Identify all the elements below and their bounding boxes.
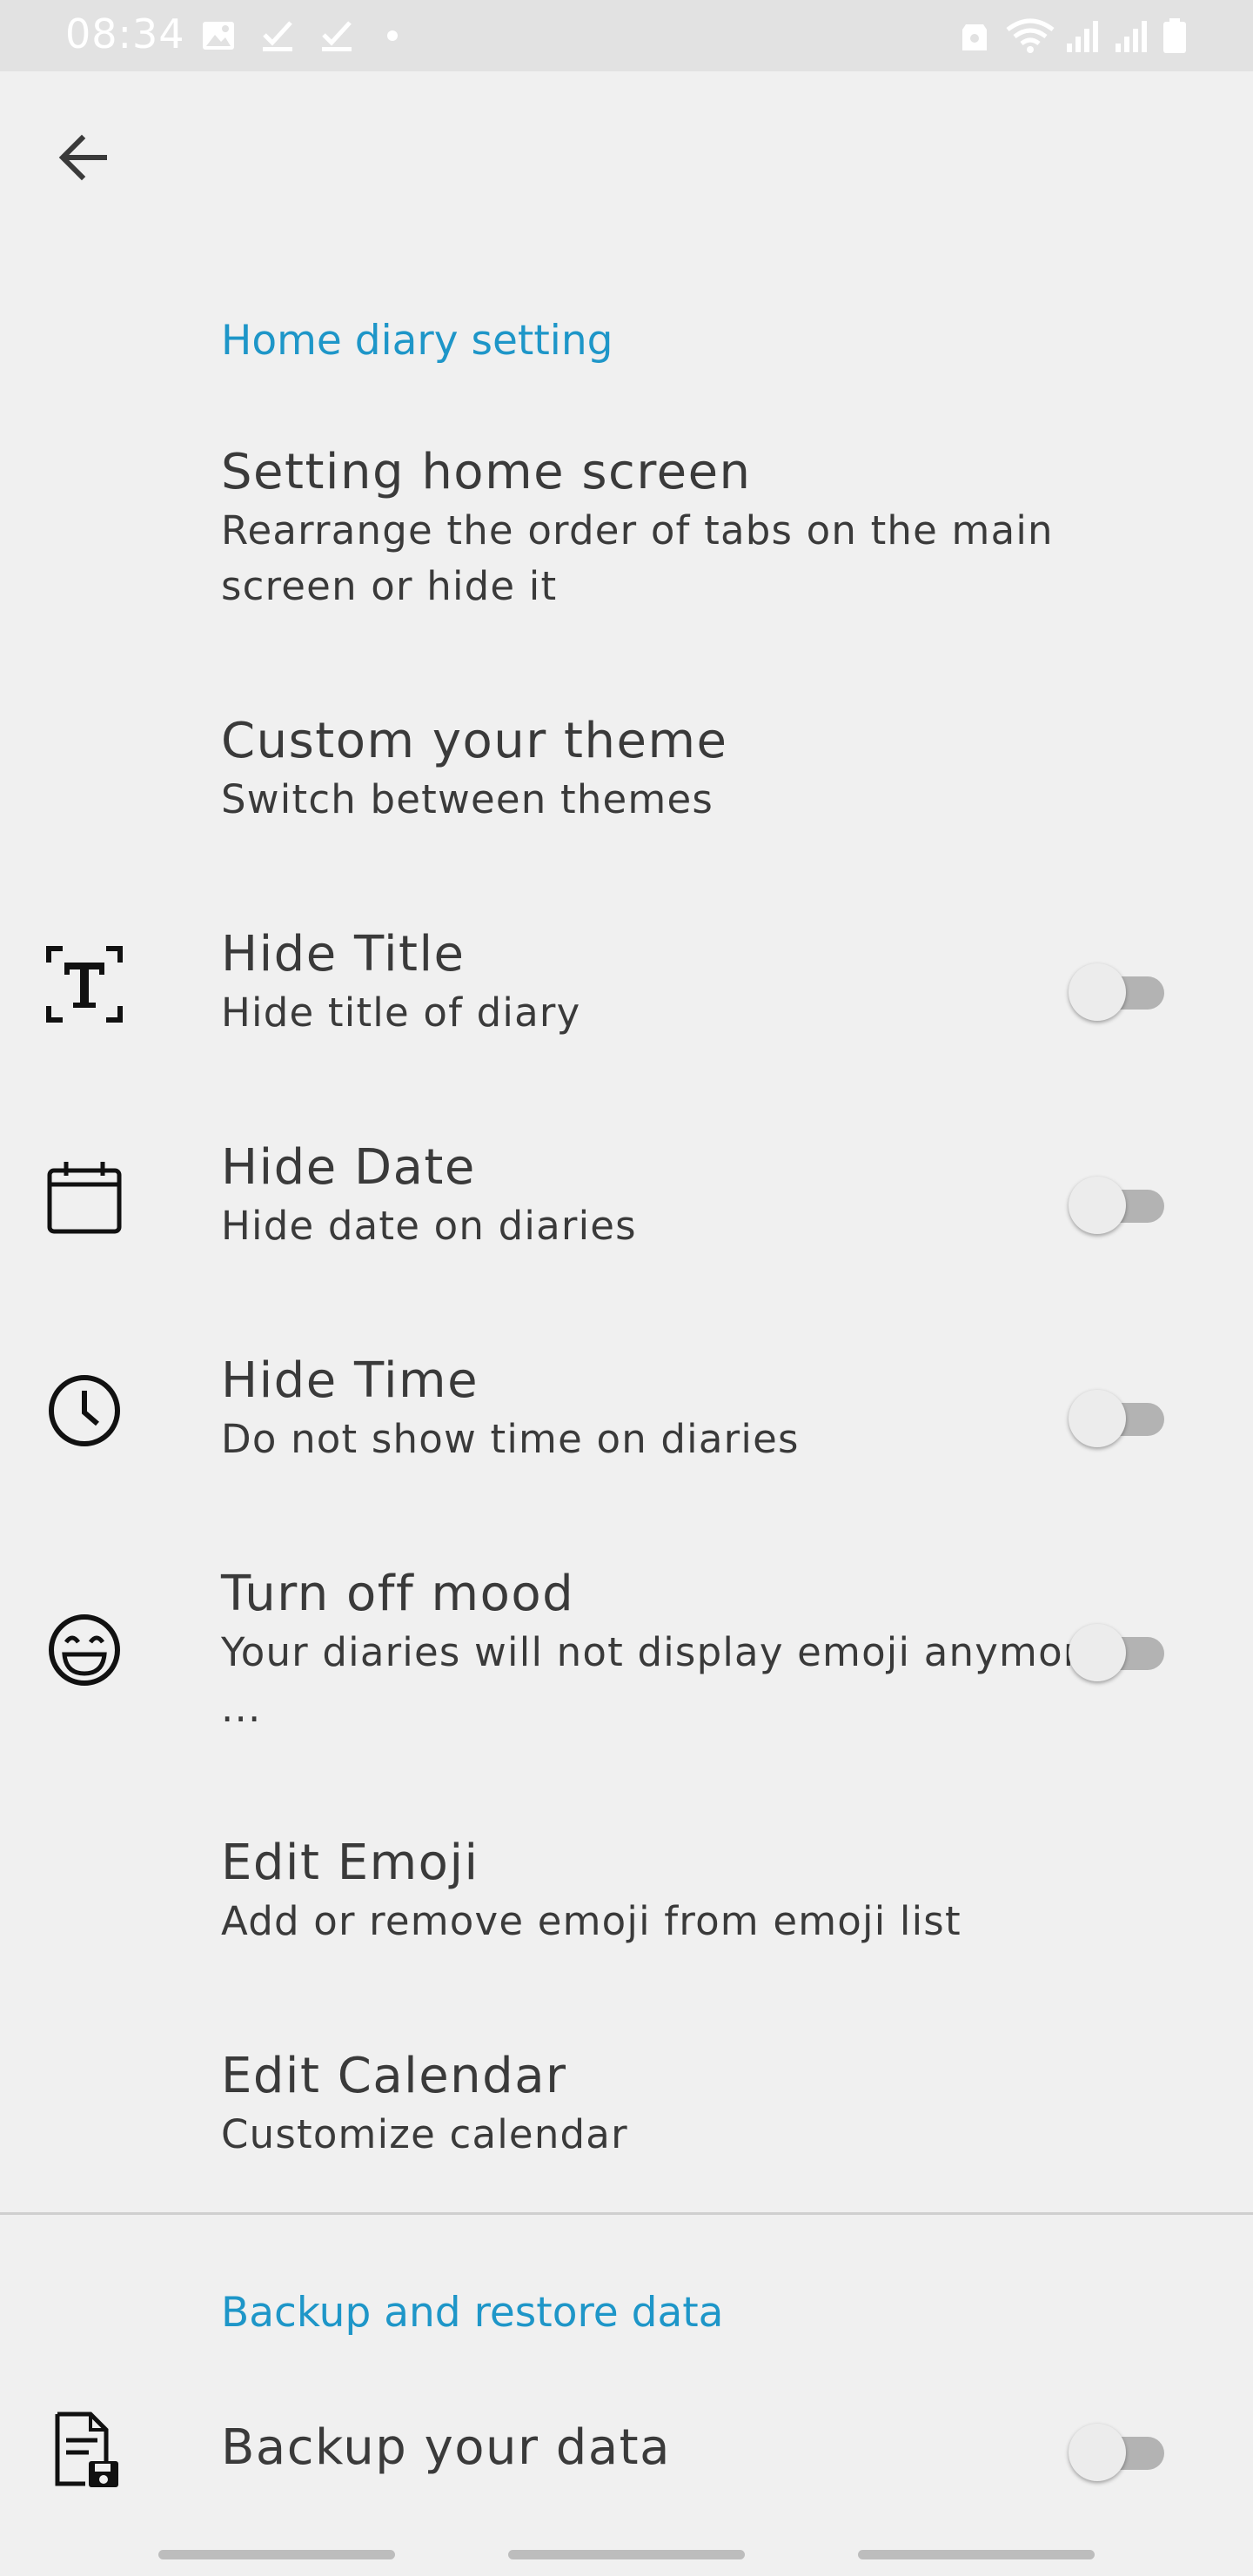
battery-icon (1163, 18, 1186, 53)
nav-home-button[interactable] (508, 2550, 745, 2559)
item-subtitle: Customize calendar (221, 2111, 628, 2157)
hide-time-toggle[interactable] (1069, 1385, 1171, 1447)
toggle-thumb (1069, 1390, 1126, 1447)
item-subtitle: Hide title of diary (221, 989, 581, 1036)
check-icon (263, 21, 292, 51)
item-title: Backup your data (221, 2419, 671, 2476)
wifi-icon (1006, 18, 1055, 53)
hide-title-item[interactable]: Hide Title Hide title of diary (0, 926, 1253, 1057)
item-title: Hide Date (221, 1139, 476, 1196)
item-title: Edit Emoji (221, 1835, 479, 1891)
item-subtitle: Hide date on diaries (221, 1203, 637, 1249)
edit-calendar-item[interactable]: Edit Calendar Customize calendar (0, 2048, 1253, 2178)
toggle-thumb (1069, 1177, 1126, 1234)
text-title-icon (44, 943, 125, 1025)
dot-icon (387, 30, 398, 41)
clock-icon (44, 1370, 125, 1452)
hide-title-toggle[interactable] (1069, 959, 1171, 1021)
hide-date-item[interactable]: Hide Date Hide date on diaries (0, 1139, 1253, 1270)
item-subtitle: Rearrange the order of tabs on the main … (221, 507, 1054, 609)
status-bar: 08:34 (0, 0, 1253, 71)
hide-time-item[interactable]: Hide Time Do not show time on diaries (0, 1352, 1253, 1483)
toggle-thumb (1069, 963, 1126, 1021)
item-title: Turn off mood (221, 1566, 575, 1622)
custom-theme-item[interactable]: Custom your theme Switch between themes (0, 713, 1253, 843)
item-title: Custom your theme (221, 713, 728, 769)
turn-off-mood-item[interactable]: Turn off mood Your diaries will not disp… (0, 1566, 1253, 1748)
item-subtitle: Switch between themes (221, 776, 714, 822)
lock-icon (962, 24, 987, 50)
edit-emoji-item[interactable]: Edit Emoji Add or remove emoji from emoj… (0, 1835, 1253, 1965)
toggle-thumb (1069, 1624, 1126, 1681)
check-icon (322, 21, 352, 51)
item-title: Hide Time (221, 1352, 479, 1409)
signal-icon (1067, 21, 1098, 52)
item-subtitle: Add or remove emoji from emoji list (221, 1898, 962, 1944)
setting-home-screen-item[interactable]: Setting home screen Rearrange the order … (0, 444, 1253, 627)
turn-off-mood-toggle[interactable] (1069, 1620, 1171, 1681)
section-header-backup: Backup and restore data (221, 2289, 724, 2337)
item-title: Edit Calendar (221, 2048, 567, 2104)
toggle-thumb (1069, 2424, 1126, 2481)
smile-icon (44, 1609, 125, 1691)
nav-recents-button[interactable] (158, 2550, 395, 2559)
section-header-home: Home diary setting (221, 317, 613, 365)
backup-data-item[interactable]: Backup your data (0, 2409, 1253, 2505)
navigation-bar (0, 2541, 1253, 2576)
section-divider (0, 2212, 1253, 2215)
item-subtitle: Do not show time on diaries (221, 1416, 800, 1462)
image-icon (203, 22, 234, 50)
backup-data-toggle[interactable] (1069, 2419, 1171, 2481)
item-subtitle: Your diaries will not display emoji anym… (221, 1629, 1105, 1731)
status-time: 08:34 (65, 10, 185, 57)
signal-icon (1116, 21, 1147, 52)
back-button[interactable] (52, 126, 115, 189)
hide-date-toggle[interactable] (1069, 1172, 1171, 1234)
arrow-left-icon (58, 134, 107, 181)
item-title: Hide Title (221, 926, 466, 983)
nav-back-button[interactable] (858, 2550, 1095, 2559)
item-title: Setting home screen (221, 444, 752, 500)
calendar-icon (44, 1157, 125, 1238)
backup-file-icon (44, 2409, 125, 2491)
